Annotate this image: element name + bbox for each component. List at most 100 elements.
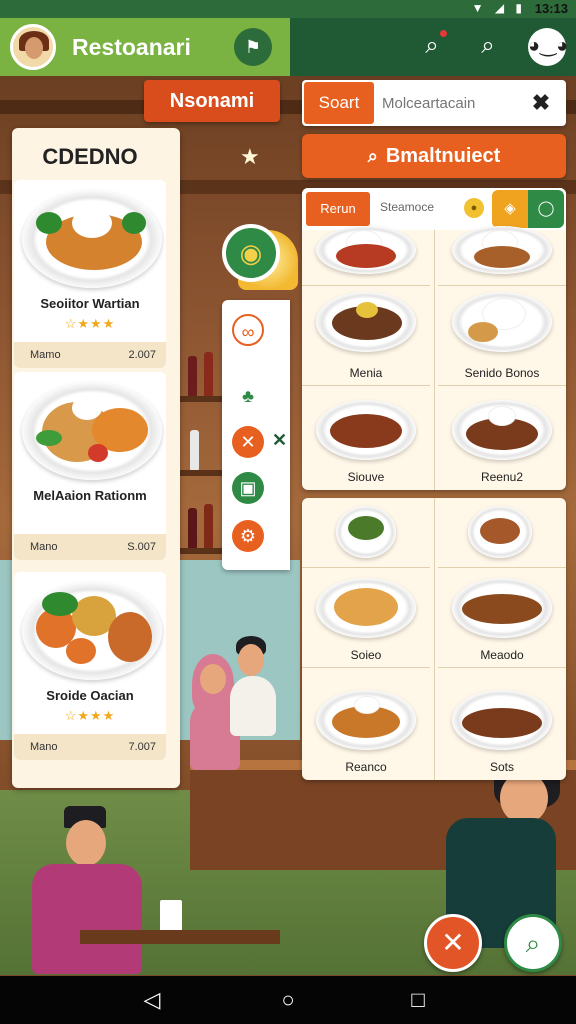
dish-footer: Mamo 2.007 (14, 342, 166, 368)
search-submit-button[interactable]: ⌕ Bmaltnuiect (302, 134, 566, 178)
grid-cell[interactable]: Menia (302, 286, 430, 386)
clear-icon[interactable]: ✖ (526, 88, 556, 118)
grid-item-label: Sots (489, 760, 514, 774)
tag-icon[interactable]: ◈ (492, 190, 528, 228)
dish-image (22, 190, 162, 288)
home-icon[interactable]: ○ (268, 984, 308, 1016)
close-icon[interactable]: ✕ (272, 430, 287, 451)
notification-dot (440, 30, 447, 37)
status-time: 13:13 (534, 1, 568, 16)
grid-cell[interactable]: Reanco (302, 668, 430, 780)
grid-cell[interactable]: Reenu2 (438, 386, 566, 490)
dish-card[interactable]: MelAaion Rationm Mano S.007 (14, 372, 166, 560)
dish-image (316, 226, 416, 274)
search-button[interactable]: ⌕ (504, 914, 562, 972)
back-icon[interactable]: ◁ (132, 984, 172, 1016)
close-button[interactable]: ✕ (424, 914, 482, 972)
grid-cell[interactable]: Senido Bonos (438, 286, 566, 386)
grid-cell[interactable] (438, 498, 566, 568)
grid-cell[interactable]: Siouve (302, 386, 430, 490)
tool-strip: ∞ ♣ ✕ ✕ ▣ ⚙ (222, 300, 290, 570)
left-menu-card: CDEDNO Seoiitor Wartian ☆★★★ Mamo 2.007 … (12, 128, 180, 788)
mascot-icon[interactable]: ◕‿◕ (528, 28, 568, 66)
dish-footer: Mano S.007 (14, 534, 166, 560)
menu-grid-top: Rerun Steamoce ● ◈ ◯ Menia Senido Bonos (302, 188, 566, 490)
dish-image (22, 582, 162, 680)
egg-icon[interactable]: ◉ (222, 224, 280, 282)
dish-rating: ☆★★★ (64, 316, 116, 331)
dish-rating: ☆★★★ (64, 708, 116, 723)
dish-image (336, 506, 396, 558)
left-menu-title: CDEDNO (42, 144, 138, 169)
dish-image (316, 292, 416, 352)
search-icon: ⌕ (367, 146, 378, 166)
dish-image (452, 690, 552, 750)
filter-tag-button[interactable]: Rerun (306, 192, 370, 226)
grid-cell[interactable] (302, 498, 430, 568)
dish-footer-value: 7.007 (128, 741, 156, 753)
dish-image (452, 226, 552, 274)
app-title: Restoanari (72, 34, 191, 60)
dish-name: MelAaion Rationm (33, 488, 147, 503)
dish-name: Seoiitor Wartian (40, 296, 140, 311)
chat-icon[interactable]: ◯ (528, 190, 564, 228)
dish-image (452, 400, 552, 460)
bottle (188, 508, 197, 548)
filter-row: Rerun Steamoce ● ◈ ◯ (302, 188, 566, 230)
bottle (190, 430, 199, 470)
grid-cell[interactable]: Meaodo (438, 568, 566, 668)
cross-icon[interactable]: ✕ (232, 426, 264, 458)
dish-card[interactable]: Sroide Oacian ☆★★★ Mano 7.007 (14, 572, 166, 760)
nav-banner[interactable]: Nsonami (144, 80, 280, 122)
grid-item-label: Siouve (347, 470, 385, 484)
dish-image (468, 506, 532, 558)
menu-grid-bottom: Soieo Meaodo Reanco Sots (302, 498, 566, 780)
calendar-icon[interactable]: ▣ (232, 472, 264, 504)
search-icon-secondary[interactable]: ⌕ (470, 28, 506, 64)
bottle (188, 356, 197, 396)
dish-footer-value: 2.007 (128, 349, 156, 361)
dish-image (452, 578, 552, 638)
status-bar: ▼ ◢ ▮ 13:13 (0, 0, 576, 18)
grid-cell[interactable]: Soieo (302, 568, 430, 668)
filter-text: Steamoce (380, 200, 435, 214)
link-icon[interactable]: ∞ (232, 314, 264, 346)
grid-item-label: Meaodo (480, 648, 524, 662)
dish-image (452, 292, 552, 352)
system-nav-bar: ◁ ○ □ (0, 976, 576, 1024)
recents-icon[interactable]: □ (398, 984, 438, 1016)
grid-item-label: Soieo (350, 648, 382, 662)
bottle (204, 504, 213, 548)
grid-item-label: Reenu2 (480, 470, 524, 484)
star-icon[interactable]: ★ (240, 144, 260, 170)
search-icon: ⌕ (525, 928, 541, 958)
bottle (204, 352, 213, 396)
grid-divider (434, 188, 435, 490)
dish-footer-label: Mano (30, 741, 58, 753)
search-input[interactable] (382, 86, 522, 120)
grid-item-label: Menia (349, 366, 383, 380)
grid-cell[interactable] (302, 226, 430, 286)
search-submit-label: Bmaltnuiect (385, 145, 501, 167)
dish-footer: Mano 7.007 (14, 734, 166, 760)
search-tag-button[interactable]: Soart (304, 82, 374, 124)
settings-icon[interactable]: ⚙ (232, 520, 264, 552)
table (80, 930, 280, 944)
dish-image (316, 690, 416, 750)
grid-item-label: Senido Bonos (464, 366, 540, 380)
flag-icon[interactable]: ⚑ (234, 28, 272, 66)
grid-cell[interactable]: Sots (438, 668, 566, 780)
user-avatar[interactable] (10, 24, 56, 70)
coin-icon[interactable]: ● (464, 198, 484, 218)
dish-name: Sroide Oacian (46, 688, 134, 703)
dish-footer-label: Mano (30, 541, 58, 553)
dish-footer-label: Mamo (30, 349, 61, 361)
dish-card[interactable]: Seoiitor Wartian ☆★★★ Mamo 2.007 (14, 180, 166, 368)
dish-image (316, 578, 416, 638)
grid-divider (434, 498, 435, 780)
dish-image (316, 400, 416, 460)
status-icons: ▼ ◢ ▮ (471, 1, 526, 15)
close-icon: ✕ (441, 927, 465, 958)
tree-icon[interactable]: ♣ (232, 380, 264, 412)
grid-cell[interactable] (438, 226, 566, 286)
